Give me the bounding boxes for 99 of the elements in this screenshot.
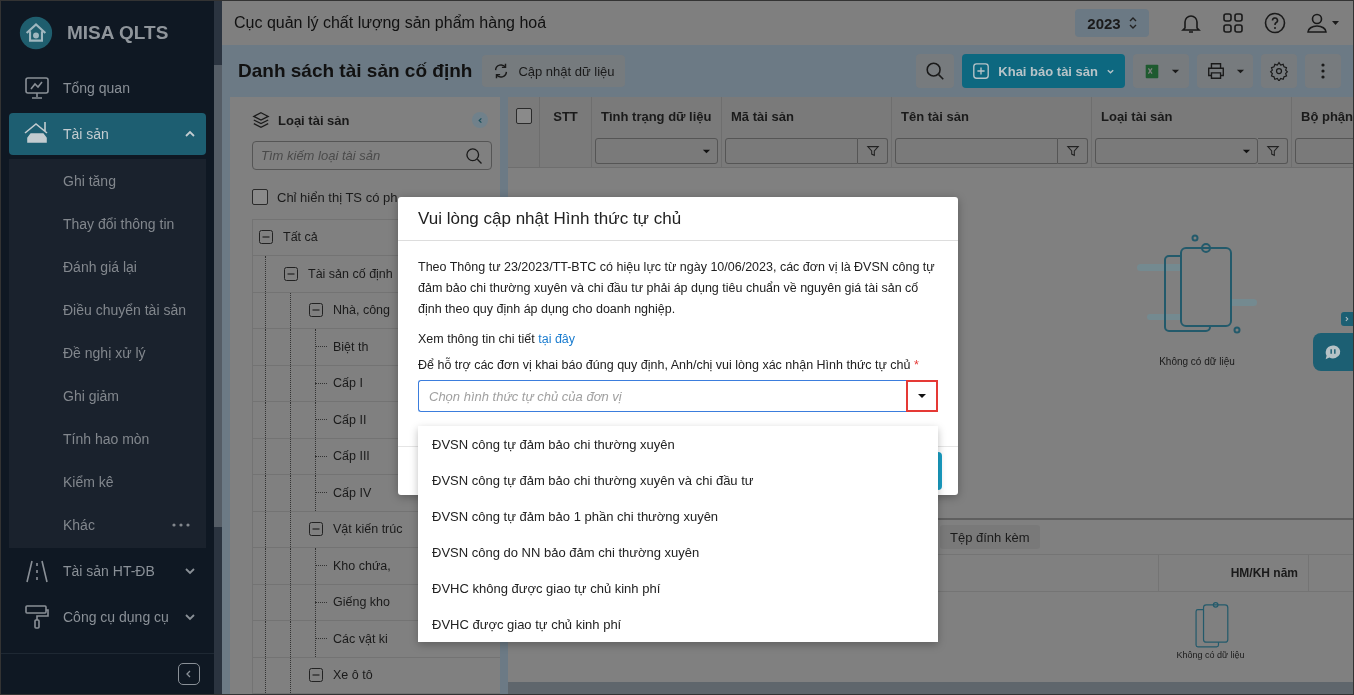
- filter-button[interactable]: [1258, 138, 1288, 164]
- plus-icon: [972, 62, 991, 80]
- collapse-sidebar-button[interactable]: [178, 663, 200, 685]
- search-button[interactable]: [916, 54, 955, 88]
- empty-message: Không có dữ liệu: [1176, 650, 1245, 660]
- tree-item[interactable]: Các vật ki: [333, 631, 388, 646]
- nav-item[interactable]: Công cụ dụng cụ: [9, 596, 206, 638]
- logo-icon: [19, 16, 53, 50]
- nav-subitem[interactable]: Kiểm kê: [9, 460, 206, 503]
- tree-item[interactable]: Kho chứa,: [333, 558, 391, 573]
- empty-message: Không có dữ liệu: [1159, 356, 1235, 367]
- column-header: Bộ phận: [1301, 108, 1353, 124]
- dropdown-option[interactable]: ĐVHC được giao tự chủ kinh phí: [418, 606, 938, 642]
- nav-subitem[interactable]: Tính hao mòn: [9, 417, 206, 460]
- print-button[interactable]: [1197, 54, 1253, 88]
- tree-item[interactable]: Cấp IV: [333, 485, 372, 500]
- column-header: Tên tài sản: [901, 108, 969, 124]
- nav-subitem[interactable]: Ghi giảm: [9, 374, 206, 417]
- search-icon[interactable]: [464, 146, 484, 166]
- funnel-icon: [1265, 144, 1280, 158]
- chat-button[interactable]: [1313, 333, 1353, 371]
- settings-icon: [1269, 61, 1289, 81]
- more-icon: [172, 522, 190, 527]
- collapse-icon[interactable]: [284, 266, 298, 281]
- page-title: Danh sách tài sản cố định: [238, 60, 473, 82]
- settings-button[interactable]: [1261, 54, 1297, 88]
- detail-text: Xem thông tin chi tiết: [418, 332, 535, 346]
- year-selector[interactable]: 2023: [1075, 9, 1149, 37]
- collapse-icon[interactable]: [309, 668, 323, 683]
- filter-button[interactable]: [1058, 138, 1088, 164]
- nav-item[interactable]: Tài sản: [9, 113, 206, 155]
- collapse-icon[interactable]: [259, 230, 273, 245]
- tree-item[interactable]: Giếng kho: [333, 595, 390, 610]
- nav-item[interactable]: Tài sản HT-ĐB: [9, 550, 206, 592]
- funnel-icon: [865, 144, 880, 158]
- scrollbar[interactable]: [214, 65, 222, 527]
- organization-title: Cục quản lý chất lượng sản phẩm hàng hoá: [234, 14, 548, 32]
- column-header: HM/KH năm: [1230, 566, 1298, 580]
- chevron-left-icon: [476, 116, 484, 124]
- filter-input[interactable]: [1295, 138, 1353, 164]
- dropdown-option[interactable]: ĐVHC không được giao tự chủ kinh phí: [418, 570, 938, 606]
- required-mark: *: [913, 358, 919, 372]
- paint-roller-icon: [23, 603, 51, 631]
- caret-icon: [917, 391, 927, 401]
- apps-grid-icon[interactable]: [1221, 11, 1245, 35]
- filter-input[interactable]: [725, 138, 858, 164]
- tree-item[interactable]: Cấp II: [333, 412, 367, 427]
- checkbox-label: Chỉ hiển thị TS có ph: [277, 189, 398, 205]
- filter-input[interactable]: [895, 138, 1058, 164]
- dialog-message: Theo Thông tư 23/2023/TT-BTC có hiệu lực từ ngày 10/06/2023, các đơn vị là ĐVSN công tự đảm bảo chi thường xuyên và chi đầu tư phải áp dụng tiêu chuẩn về nguyên giá tài sản cố định theo quy định áp dụng cho doanh nghiệp.: [418, 259, 936, 318]
- column-header: STT: [553, 108, 578, 124]
- collapse-icon[interactable]: [309, 303, 323, 318]
- help-icon[interactable]: [1263, 11, 1287, 35]
- nav-subitem[interactable]: Ghi tăng: [9, 159, 206, 202]
- checkbox[interactable]: [252, 189, 268, 205]
- monitor-icon: [23, 74, 51, 102]
- expand-chat-button[interactable]: [1341, 312, 1353, 326]
- tree-item[interactable]: Nhà, công: [333, 303, 390, 318]
- dropdown-option[interactable]: ĐVSN công tự đảm bảo chi thường xuyên và chi đầu tư: [418, 462, 938, 498]
- dropdown-option[interactable]: ĐVSN công do NN bảo đảm chi thường xuyên: [418, 534, 938, 570]
- nav-subitem[interactable]: Thay đổi thông tin: [9, 202, 206, 245]
- filter-button[interactable]: [858, 138, 888, 164]
- spinner-arrows-icon: [1128, 16, 1137, 30]
- detail-link[interactable]: tại đây: [538, 332, 576, 346]
- nav-subitem[interactable]: Đề nghị xử lý: [9, 331, 206, 374]
- collapse-icon[interactable]: [309, 522, 323, 537]
- tree-item[interactable]: Tài sản cố định: [308, 266, 393, 281]
- nav-subitem[interactable]: Điều chuyển tài sản: [9, 288, 206, 331]
- funnel-icon: [1065, 144, 1080, 158]
- printer-icon: [1205, 61, 1226, 81]
- attachments-tab[interactable]: Tệp đính kèm: [940, 525, 1040, 549]
- user-icon[interactable]: [1305, 11, 1341, 35]
- nav-subitem[interactable]: Đánh giá lại: [9, 245, 206, 288]
- chevron-right-icon: [1344, 316, 1350, 322]
- tree-item[interactable]: Tất cả: [283, 230, 318, 245]
- dropdown-option[interactable]: ĐVSN công tự đảm bảo chi thường xuyên: [418, 426, 938, 462]
- layers-icon: [252, 111, 270, 129]
- dropdown-button[interactable]: [906, 380, 938, 412]
- tree-item[interactable]: Xe ô tô: [333, 668, 373, 683]
- add-asset-button[interactable]: Khai báo tài sản: [962, 54, 1125, 88]
- field-label: Để hỗ trợ các đơn vị khai báo đúng quy định, Anh/chị vui lòng xác nhận Hình thức tự chủ: [418, 358, 911, 372]
- nav-item[interactable]: Tổng quan: [9, 67, 206, 109]
- panel-title: Loại tài sản: [278, 112, 351, 128]
- column-header: Tình trạng dữ liệu: [601, 108, 712, 124]
- autonomy-combo-field[interactable]: Chọn hình thức tự chủ của đơn vị: [418, 380, 906, 412]
- tree-item[interactable]: Cấp III: [333, 449, 370, 464]
- search-icon: [924, 60, 947, 82]
- dropdown-option[interactable]: ĐVSN công tự đảm bảo 1 phần chi thường xuyên: [418, 498, 938, 534]
- tree-item[interactable]: Biệt th: [333, 339, 369, 354]
- refresh-button[interactable]: Cập nhật dữ liệu: [482, 55, 625, 87]
- select-all-checkbox[interactable]: [515, 108, 532, 124]
- tree-item[interactable]: Vật kiến trúc: [333, 522, 403, 537]
- dialog-title: Vui lòng cập nhật Hình thức tự chủ: [418, 208, 682, 229]
- app-name: MISA QLTS: [67, 22, 169, 44]
- tree-item[interactable]: Cấp I: [333, 376, 363, 391]
- column-header: Mã tài sản: [731, 108, 794, 124]
- kebab-icon: [1321, 63, 1325, 79]
- column-header: Loại tài sản: [1101, 108, 1173, 124]
- nav-subitem[interactable]: Khác: [9, 503, 206, 546]
